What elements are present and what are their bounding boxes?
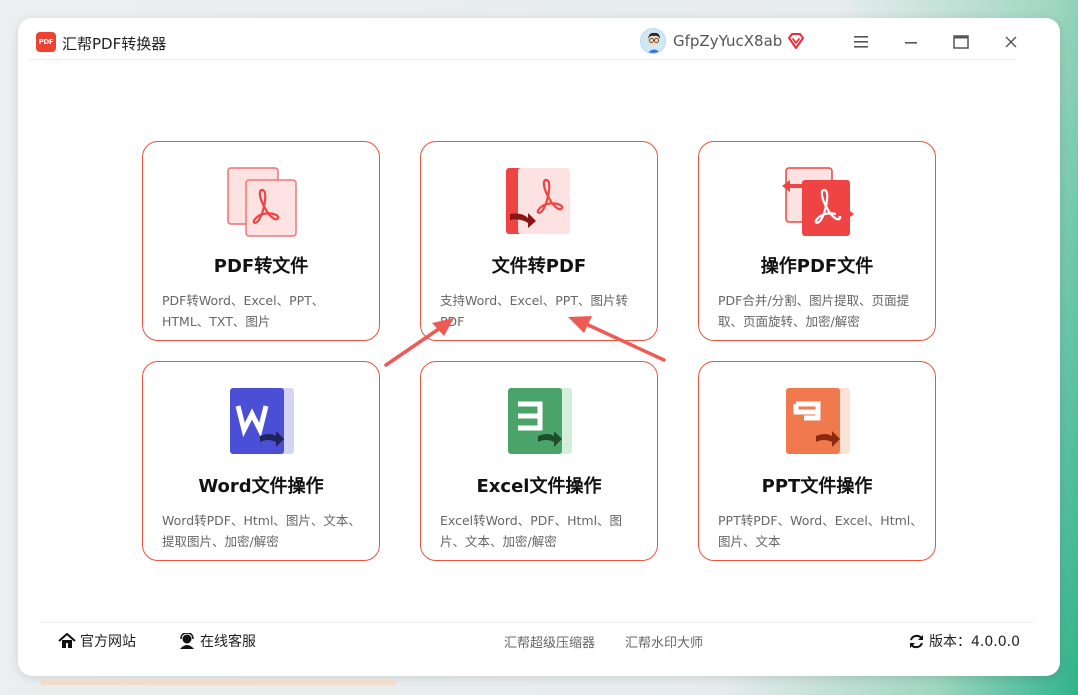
pdf-operate-icon: [780, 166, 856, 238]
card-title: PDF转文件: [213, 256, 309, 277]
maximize-icon: [953, 35, 969, 49]
pdf-convert-icon: [224, 166, 300, 238]
word-icon: [224, 386, 300, 458]
avatar[interactable]: [640, 28, 666, 54]
official-website-link[interactable]: 官方网站: [58, 631, 136, 651]
card-title: 文件转PDF: [491, 256, 587, 277]
card-description: Word转PDF、Html、图片、文本、提取图片、加密/解密: [162, 513, 361, 549]
online-service-label: 在线客服: [200, 634, 256, 650]
refresh-icon: [910, 634, 923, 648]
card-description: PDF合并/分割、图片提取、页面提取、页面旋转、加密/解密: [718, 293, 910, 329]
version-info[interactable]: 版本：4.0.0.0: [908, 631, 1020, 651]
excel-icon: [502, 386, 578, 458]
minimize-button[interactable]: [899, 30, 923, 54]
vip-diamond-icon[interactable]: [786, 31, 806, 51]
card-title: Word文件操作: [198, 476, 324, 497]
app-window: [18, 18, 1060, 676]
card-pdf-to-file[interactable]: PDF转文件 PDF转Word、Excel、PPT、HTML、TXT、图片: [142, 141, 380, 341]
background-strip: [40, 680, 396, 685]
ppt-icon: [780, 386, 856, 458]
card-title: Excel文件操作: [476, 476, 602, 497]
minimize-icon: [905, 42, 917, 44]
official-website-label: 官方网站: [80, 634, 136, 650]
app-title: 汇帮PDF转换器: [62, 35, 167, 53]
customer-service-icon: [180, 633, 194, 649]
card-word-operations[interactable]: Word文件操作 Word转PDF、Html、图片、文本、提取图片、加密/解密: [142, 361, 380, 561]
file-to-pdf-icon: [502, 166, 578, 238]
card-description: Excel转Word、PDF、Html、图片、文本、加密/解密: [440, 513, 623, 549]
menu-button[interactable]: [849, 30, 873, 54]
hamburger-icon: [854, 36, 868, 48]
card-description: PDF转Word、Excel、PPT、HTML、TXT、图片: [162, 293, 325, 329]
watermark-link[interactable]: 汇帮水印大师: [625, 632, 703, 651]
app-logo-icon: PDF: [36, 32, 56, 52]
footer-bar: 官方网站 在线客服 汇帮超级压缩器 汇帮水印大师 版本：4.0.0.0: [40, 622, 1034, 658]
maximize-button[interactable]: [949, 30, 973, 54]
card-file-to-pdf[interactable]: 文件转PDF 支持Word、Excel、PPT、图片转PDF: [420, 141, 658, 341]
card-description: PPT转PDF、Word、Excel、Html、图片、文本: [718, 513, 923, 549]
version-label: 版本：4.0.0.0: [929, 634, 1020, 650]
card-title: PPT文件操作: [761, 476, 873, 497]
close-button[interactable]: [999, 30, 1023, 54]
home-icon: [58, 633, 76, 648]
card-operate-pdf[interactable]: 操作PDF文件 PDF合并/分割、图片提取、页面提取、页面旋转、加密/解密: [698, 141, 936, 341]
compressor-link[interactable]: 汇帮超级压缩器: [504, 632, 595, 651]
card-description: 支持Word、Excel、PPT、图片转PDF: [440, 293, 628, 329]
title-bar: PDF 汇帮PDF转换器 GfpZyYucX8ab: [28, 28, 1017, 60]
username[interactable]: GfpZyYucX8ab: [673, 32, 782, 50]
card-excel-operations[interactable]: Excel文件操作 Excel转Word、PDF、Html、图片、文本、加密/解…: [420, 361, 658, 561]
card-ppt-operations[interactable]: PPT文件操作 PPT转PDF、Word、Excel、Html、图片、文本: [698, 361, 936, 561]
card-title: 操作PDF文件: [760, 256, 874, 277]
close-icon: [1005, 36, 1017, 48]
online-service-link[interactable]: 在线客服: [178, 631, 256, 651]
